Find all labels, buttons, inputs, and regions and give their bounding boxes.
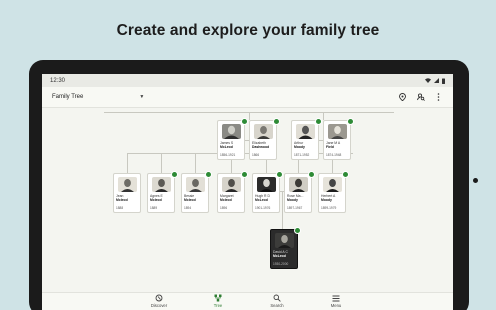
portrait-photo bbox=[222, 177, 241, 192]
person-name: Agnes E Mcleod bbox=[150, 194, 163, 202]
hint-leaf-icon[interactable] bbox=[315, 118, 322, 125]
person-dates: 1889 bbox=[150, 206, 158, 210]
hint-leaf-icon[interactable] bbox=[342, 171, 349, 178]
nav-discover[interactable]: Discover bbox=[139, 294, 179, 308]
signal-icon bbox=[434, 78, 439, 83]
portrait-photo bbox=[275, 233, 294, 248]
person-card-hugh-mcleod[interactable]: Hugh R D McLeod 1901-1976 bbox=[252, 171, 283, 213]
connector-moody-up bbox=[323, 112, 324, 120]
portrait-photo bbox=[222, 124, 241, 139]
person-name: Herbert A Moody bbox=[321, 194, 336, 202]
nav-search[interactable]: Search bbox=[257, 294, 297, 308]
drop-jean bbox=[127, 153, 128, 173]
person-dates: 1856-1921 bbox=[220, 153, 236, 157]
tree-icon bbox=[214, 294, 222, 302]
status-bar: 12:30 bbox=[42, 74, 453, 87]
connector-focus-up bbox=[282, 191, 283, 229]
person-card-herbert-moody[interactable]: Herbert A Moody 1899-1979 bbox=[318, 171, 349, 213]
portrait-photo bbox=[296, 124, 315, 139]
person-card-david-mcleod-focus[interactable]: David A C McLeod 1930-2000 bbox=[270, 227, 301, 269]
person-dates: 1930-2000 bbox=[273, 262, 289, 266]
portrait-photo bbox=[289, 177, 308, 192]
chevron-down-icon[interactable]: ▼ bbox=[139, 94, 144, 100]
person-card-arthur-moody[interactable]: Arthur Moody 1871-1952 bbox=[291, 118, 322, 160]
person-card-james-mcleod[interactable]: James S McLeod 1856-1921 bbox=[217, 118, 248, 160]
person-dates: 1901-1976 bbox=[255, 206, 271, 210]
person-card-agnes-mcleod[interactable]: Agnes E Mcleod 1889 bbox=[147, 171, 178, 213]
person-search-icon[interactable] bbox=[416, 93, 425, 102]
person-name: Jean Mcleod bbox=[116, 194, 128, 202]
menu-icon bbox=[332, 295, 340, 301]
person-dates: 1896 bbox=[220, 206, 228, 210]
person-card-rose-moody[interactable]: Rose Ma... Moody 1897-1967 bbox=[284, 171, 315, 213]
person-dates: 1871-1952 bbox=[294, 153, 310, 157]
hint-leaf-icon[interactable] bbox=[205, 171, 212, 178]
nav-menu[interactable]: Menu bbox=[316, 294, 356, 308]
person-card-jean-mcleod[interactable]: Jean Mcleod 1888 bbox=[113, 173, 141, 213]
portrait-photo bbox=[118, 177, 137, 192]
portrait-photo bbox=[152, 177, 171, 192]
tree-selector[interactable]: Family Tree bbox=[52, 94, 83, 100]
person-name: Margaret Mcleod bbox=[220, 194, 234, 202]
status-time: 12:30 bbox=[50, 77, 66, 84]
portrait-photo bbox=[257, 177, 276, 192]
overflow-menu-icon[interactable] bbox=[434, 93, 443, 102]
person-name: David A C McLeod bbox=[273, 250, 288, 258]
bottom-nav: Discover Tree Search Menu bbox=[42, 292, 453, 310]
person-dates: 1899-1979 bbox=[321, 206, 337, 210]
person-card-jane-field[interactable]: Jane M A Field 1874-1948 bbox=[323, 118, 354, 160]
person-card-margaret-mcleod[interactable]: Margaret Mcleod 1896 bbox=[217, 171, 248, 213]
camera-dot bbox=[473, 178, 478, 183]
portrait-photo bbox=[328, 124, 347, 139]
person-name: Hugh R D McLeod bbox=[255, 194, 270, 202]
person-card-bessie-mcleod[interactable]: Bessie Mcleod 1894 bbox=[181, 171, 212, 213]
wifi-icon bbox=[425, 78, 431, 83]
person-dates: 1866 bbox=[252, 153, 260, 157]
person-name: Bessie Mcleod bbox=[184, 194, 196, 202]
person-dates: 1888 bbox=[116, 206, 124, 210]
headline: Create and explore your family tree bbox=[116, 22, 380, 39]
person-name: Elizabeth Dashwood bbox=[252, 141, 270, 149]
location-pin-icon[interactable] bbox=[398, 93, 407, 102]
hint-leaf-icon[interactable] bbox=[273, 118, 280, 125]
hint-leaf-icon[interactable] bbox=[276, 171, 283, 178]
hint-leaf-icon[interactable] bbox=[171, 171, 178, 178]
app-screen: 12:30 Family Tree ▼ James S McLeod 1856-… bbox=[42, 74, 453, 310]
person-name: Arthur Moody bbox=[294, 141, 305, 149]
battery-icon bbox=[442, 78, 445, 84]
person-name: Jane M A Field bbox=[326, 141, 341, 149]
discover-icon bbox=[155, 294, 163, 302]
hint-leaf-icon[interactable] bbox=[294, 227, 301, 234]
person-card-elizabeth-dashwood[interactable]: Elizabeth Dashwood 1866 bbox=[249, 118, 280, 160]
person-dates: 1897-1967 bbox=[287, 206, 303, 210]
search-icon bbox=[273, 294, 281, 302]
hint-leaf-icon[interactable] bbox=[241, 118, 248, 125]
person-name: Rose Ma... Moody bbox=[287, 194, 304, 202]
portrait-photo bbox=[323, 177, 342, 192]
portrait-photo bbox=[254, 124, 273, 139]
app-bar: Family Tree ▼ bbox=[42, 87, 453, 108]
portrait-photo bbox=[186, 177, 205, 192]
hint-leaf-icon[interactable] bbox=[308, 171, 315, 178]
connector-mcleod-up bbox=[249, 112, 250, 120]
hint-leaf-icon[interactable] bbox=[241, 171, 248, 178]
person-name: James S McLeod bbox=[220, 141, 234, 149]
drop-bessie bbox=[195, 153, 196, 173]
status-icons bbox=[425, 78, 445, 84]
person-dates: 1894 bbox=[184, 206, 192, 210]
person-dates: 1874-1948 bbox=[326, 153, 342, 157]
drop-agnes bbox=[161, 153, 162, 173]
hint-leaf-icon[interactable] bbox=[347, 118, 354, 125]
nav-tree[interactable]: Tree bbox=[198, 294, 238, 308]
